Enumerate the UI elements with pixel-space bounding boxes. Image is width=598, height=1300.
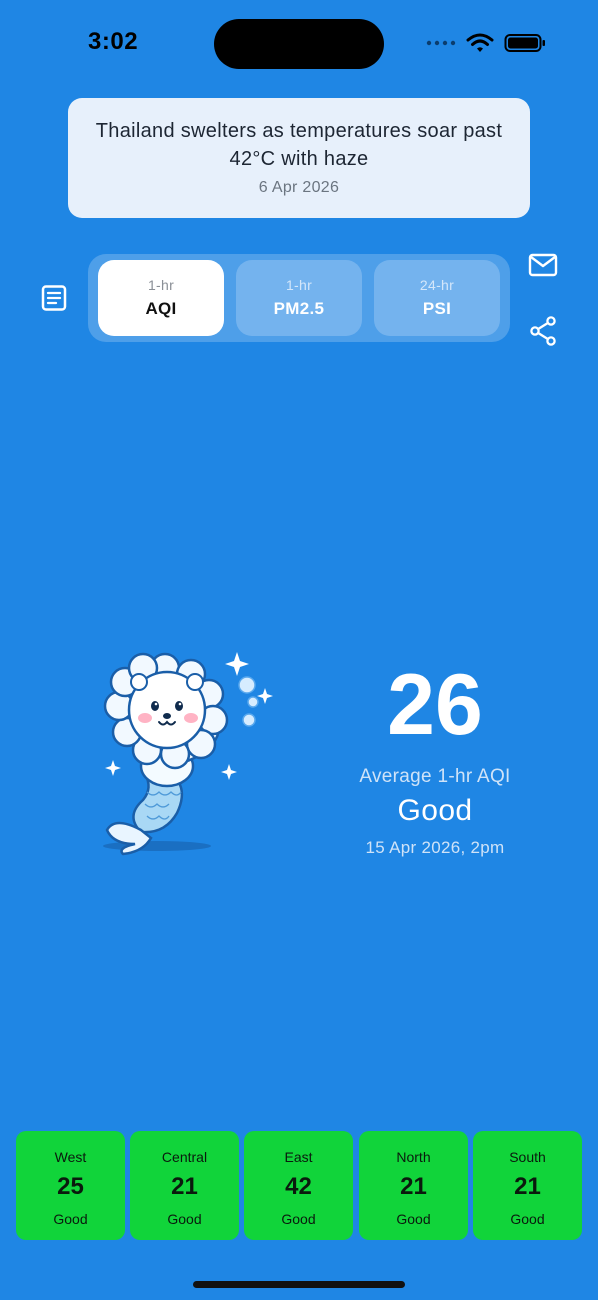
region-value: 42: [285, 1173, 312, 1200]
aqi-value: 26: [387, 657, 483, 753]
region-category: Good: [396, 1211, 431, 1227]
region-value: 25: [57, 1173, 84, 1200]
tab-pm25[interactable]: 1-hr PM2.5: [236, 260, 362, 336]
region-category: Good: [167, 1211, 202, 1227]
tab-aqi[interactable]: 1-hr AQI: [98, 260, 224, 336]
region-card-east[interactable]: East 42 Good: [244, 1131, 353, 1240]
battery-icon: [504, 34, 545, 52]
tab-aqi-period: 1-hr: [147, 277, 175, 293]
aqi-category: Good: [397, 794, 473, 827]
news-banner[interactable]: Thailand swelters as temperatures soar p…: [68, 98, 530, 218]
aqi-timestamp: 15 Apr 2026, 2pm: [365, 838, 505, 857]
tab-psi-label: PSI: [422, 299, 452, 318]
mail-icon[interactable]: [528, 252, 558, 278]
region-card-central[interactable]: Central 21 Good: [130, 1131, 239, 1240]
region-name: North: [396, 1149, 431, 1165]
mascot-illustration: [103, 652, 273, 856]
status-icons: [426, 33, 546, 53]
tab-aqi-label: AQI: [145, 299, 177, 318]
tab-psi[interactable]: 24-hr PSI: [374, 260, 500, 336]
aqi-label: Average 1-hr AQI: [359, 766, 511, 787]
signal-dots-icon: [426, 40, 456, 46]
region-card-west[interactable]: West 25 Good: [16, 1131, 125, 1240]
tab-pm25-label: PM2.5: [273, 299, 325, 318]
region-cards: West 25 Good Central 21 Good East 42 Goo…: [16, 1131, 582, 1240]
status-time: 3:02: [88, 28, 139, 55]
region-name: Central: [161, 1149, 208, 1165]
home-indicator[interactable]: [193, 1281, 405, 1288]
dynamic-island: [214, 19, 384, 69]
region-category: Good: [510, 1211, 545, 1227]
region-value: 21: [171, 1173, 198, 1200]
region-card-south[interactable]: South 21 Good: [473, 1131, 582, 1240]
tab-psi-period: 24-hr: [419, 277, 455, 293]
pollutant-tabs: 1-hr AQI 1-hr PM2.5 24-hr PSI: [88, 254, 510, 342]
news-date: 6 Apr 2026: [258, 179, 340, 196]
aqi-reading: 26 Average 1-hr AQI Good 15 Apr 2026, 2p…: [330, 650, 540, 858]
wifi-icon: [466, 33, 494, 52]
status-bar: 3:02: [0, 0, 598, 90]
region-value: 21: [400, 1173, 427, 1200]
region-category: Good: [53, 1211, 88, 1227]
region-name: South: [509, 1149, 546, 1165]
news-headline: Thailand swelters as temperatures soar p…: [95, 120, 503, 170]
tab-pm25-period: 1-hr: [285, 277, 313, 293]
region-name: East: [284, 1149, 313, 1165]
region-value: 21: [514, 1173, 541, 1200]
region-category: Good: [281, 1211, 316, 1227]
share-icon[interactable]: [529, 316, 557, 346]
document-icon[interactable]: [40, 284, 68, 312]
region-card-north[interactable]: North 21 Good: [359, 1131, 468, 1240]
region-name: West: [54, 1149, 87, 1165]
